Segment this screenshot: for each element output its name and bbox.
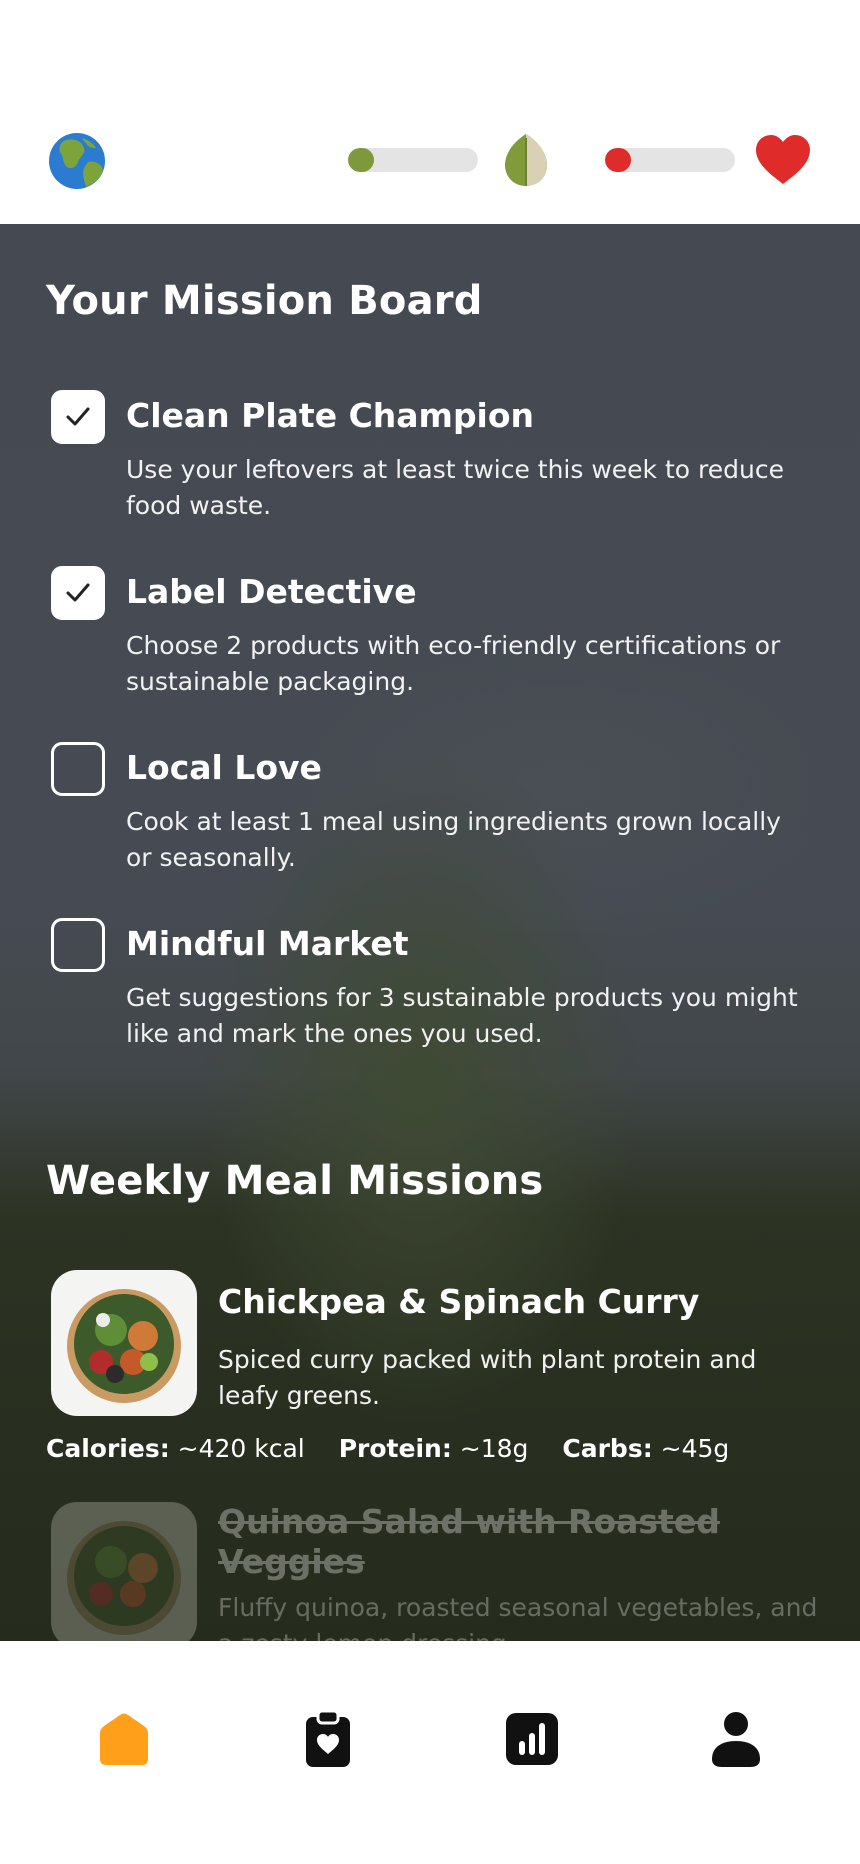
- leaf-icon: [503, 132, 549, 188]
- stats-icon[interactable]: [502, 1709, 562, 1769]
- protein-label: Protein:: [338, 1434, 452, 1463]
- protein-value: ~18g: [459, 1434, 529, 1463]
- eco-progress-bar: [348, 148, 478, 172]
- heart-icon: [754, 134, 812, 186]
- mission-description: Choose 2 products with eco-friendly cert…: [126, 631, 781, 696]
- top-bar: [0, 0, 860, 224]
- meal-missions-title: Weekly Meal Missions: [46, 1158, 544, 1204]
- mission-title: Local Love: [126, 748, 322, 787]
- profile-icon[interactable]: [706, 1709, 766, 1769]
- mission-checkbox[interactable]: [51, 566, 105, 620]
- mission-title: Clean Plate Champion: [126, 396, 535, 435]
- mission-checkbox[interactable]: [51, 390, 105, 444]
- globe-icon[interactable]: [48, 132, 106, 190]
- clipboard-heart-icon[interactable]: [298, 1709, 358, 1769]
- meal-image: [51, 1270, 197, 1416]
- home-icon[interactable]: [94, 1709, 154, 1769]
- mission-board-title: Your Mission Board: [46, 278, 483, 324]
- main-content[interactable]: Your Mission Board Clean Plate Champion …: [0, 224, 860, 1641]
- calories-value: ~420 kcal: [177, 1434, 305, 1463]
- mission-checkbox[interactable]: [51, 918, 105, 972]
- mission-description: Cook at least 1 meal using ingredients g…: [126, 807, 781, 872]
- meal-nutrition: Calories: ~420 kcal Protein: ~18g Carbs:…: [46, 1434, 729, 1463]
- mission-title: Mindful Market: [126, 924, 409, 963]
- calories-label: Calories:: [46, 1434, 170, 1463]
- meal-name: Quinoa Salad with Roasted Veggies: [218, 1502, 720, 1581]
- carbs-value: ~45g: [660, 1434, 730, 1463]
- bottom-nav: [0, 1641, 860, 1864]
- meal-description: Fluffy quinoa, roasted seasonal vegetabl…: [218, 1593, 818, 1641]
- mission-description: Use your leftovers at least twice this w…: [126, 455, 784, 520]
- mission-checkbox[interactable]: [51, 742, 105, 796]
- health-progress-bar: [605, 148, 735, 172]
- mission-title: Label Detective: [126, 572, 417, 611]
- meal-image: [51, 1502, 197, 1641]
- carbs-label: Carbs:: [562, 1434, 653, 1463]
- mission-description: Get suggestions for 3 sustainable produc…: [126, 983, 798, 1048]
- meal-description: Spiced curry packed with plant protein a…: [218, 1345, 757, 1410]
- meal-name: Chickpea & Spinach Curry: [218, 1282, 700, 1321]
